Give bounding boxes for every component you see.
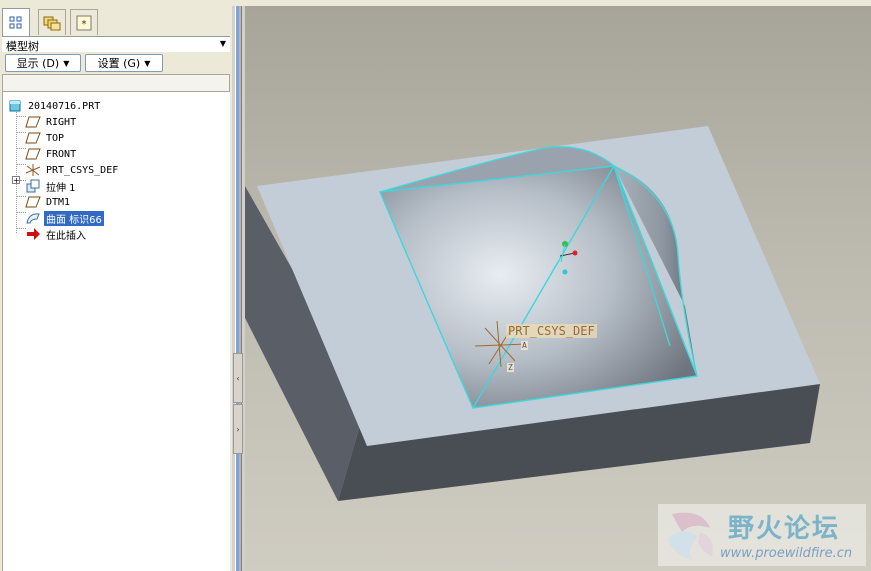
- show-dropdown-button[interactable]: 显示 (D) ▼: [5, 54, 81, 72]
- model-3d-view: [245, 126, 820, 501]
- csys-icon: [25, 163, 41, 177]
- settings-button-label: 设置 (G): [97, 57, 141, 70]
- tree-button-row: 显示 (D) ▼ 设置 (G) ▼: [2, 52, 230, 74]
- tree-column-header: [2, 74, 230, 92]
- datum-plane-icon: [25, 147, 41, 161]
- tree-item-top[interactable]: TOP: [25, 130, 66, 146]
- panel-splitter[interactable]: ‹ ›: [232, 6, 245, 571]
- surface-icon: [25, 211, 41, 225]
- graphics-viewport[interactable]: PRT_CSYS_DEF A Z: [245, 6, 871, 571]
- tree-item-label: 在此插入: [46, 230, 86, 242]
- model-tree: + 20140716.PRT RIGHT TOP FRONT PRT_CSYS_…: [2, 92, 230, 571]
- tree-item-right[interactable]: RIGHT: [25, 114, 78, 130]
- tree-item-part[interactable]: 20140716.PRT: [7, 98, 102, 114]
- chevron-down-icon: ▼: [144, 58, 151, 68]
- axis-x-label: A: [521, 341, 528, 350]
- chevron-down-icon: ▼: [63, 58, 70, 68]
- forum-watermark: 野火论坛 www.proewildfire.cn: [658, 504, 866, 566]
- splitter-highlight: [236, 6, 239, 571]
- extrude-icon: [25, 179, 41, 193]
- favorites-icon: *: [76, 15, 92, 30]
- tree-item-extrude[interactable]: 拉伸 1: [25, 178, 78, 194]
- tab-favorites[interactable]: *: [70, 9, 98, 35]
- tree-item-label: PRT_CSYS_DEF: [46, 164, 119, 176]
- expand-right-icon[interactable]: ›: [233, 404, 243, 454]
- tree-item-label: RIGHT: [46, 116, 77, 128]
- insert-here-arrow-icon: [25, 227, 41, 241]
- part-icon: [7, 99, 23, 113]
- tree-item-label: 曲面 标识66: [44, 210, 104, 226]
- model-tree-panel: * 模型树 ▼ 显示 (D) ▼ 设置 (G) ▼ + 20140716.PRT…: [0, 6, 232, 571]
- csys-label: PRT_CSYS_DEF: [506, 324, 597, 338]
- expand-toggle-icon[interactable]: +: [12, 176, 20, 185]
- watermark-title: 野火论坛: [728, 514, 841, 544]
- folder-browser-icon: [43, 16, 61, 30]
- watermark-logo-icon: [668, 512, 713, 560]
- show-button-label: 显示 (D): [16, 57, 60, 70]
- axis-z-label: Z: [507, 363, 514, 372]
- model-tree-icon: [9, 16, 22, 29]
- tree-item-surface[interactable]: 曲面 标识66: [25, 210, 104, 226]
- datum-plane-icon: [25, 115, 41, 129]
- tree-item-label: 20140716.PRT: [28, 100, 101, 112]
- svg-text:*: *: [82, 19, 87, 30]
- tree-item-insert-here[interactable]: 在此插入: [25, 226, 88, 242]
- datum-plane-icon: [25, 195, 41, 209]
- tree-guide-line: [16, 108, 17, 233]
- datum-plane-icon: [25, 131, 41, 145]
- tab-folder-browser[interactable]: [38, 9, 66, 35]
- tree-item-label: DTM1: [46, 196, 71, 208]
- settings-dropdown-button[interactable]: 设置 (G) ▼: [85, 54, 163, 72]
- tree-item-label: FRONT: [46, 148, 77, 160]
- panel-menu-arrow-icon[interactable]: ▼: [220, 39, 226, 48]
- tab-model-tree[interactable]: [2, 8, 30, 37]
- tree-item-dtm1[interactable]: DTM1: [25, 194, 72, 210]
- tree-item-front[interactable]: FRONT: [25, 146, 78, 162]
- tree-item-label: TOP: [46, 132, 65, 144]
- navigator-tabs: *: [2, 8, 230, 37]
- tree-item-label: 拉伸 1: [46, 182, 76, 194]
- model-tree-header: 模型树 ▼: [2, 36, 230, 53]
- watermark-url: www.proewildfire.cn: [720, 546, 853, 561]
- tree-item-csys[interactable]: PRT_CSYS_DEF: [25, 162, 120, 178]
- collapse-left-icon[interactable]: ‹: [233, 353, 243, 403]
